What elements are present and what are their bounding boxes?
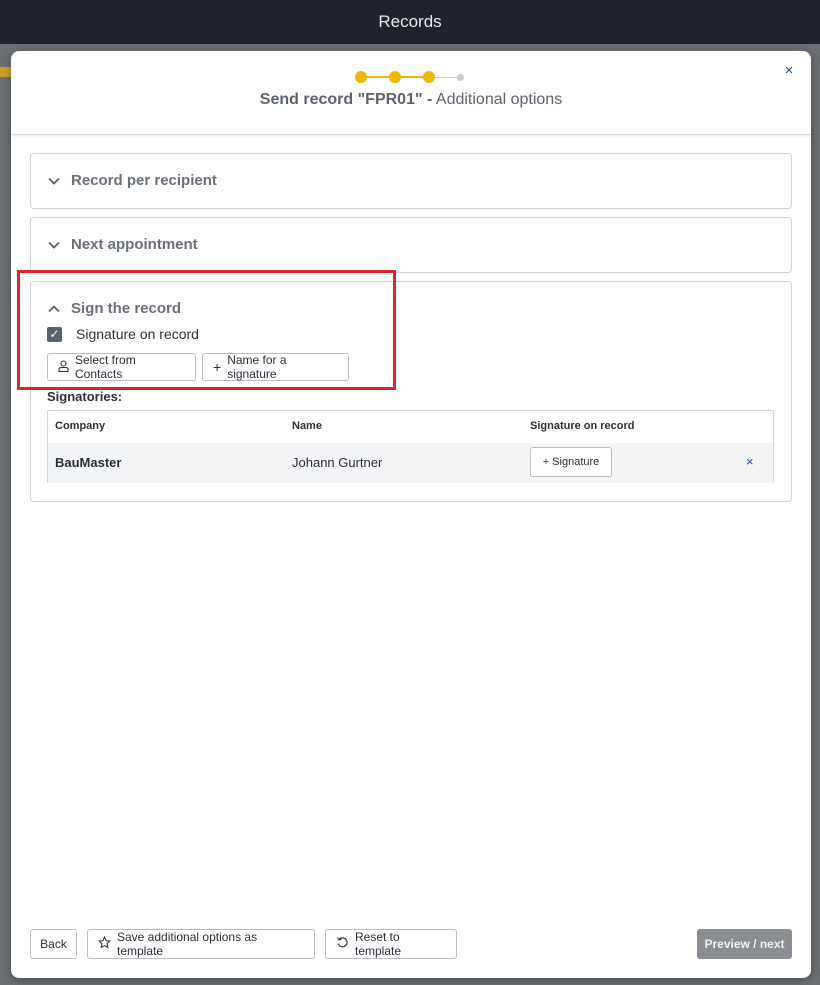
button-label: Back <box>40 937 67 951</box>
dialog-title-record: Send record "FPR01" - <box>259 91 433 108</box>
add-signature-button[interactable]: + Signature <box>530 447 612 477</box>
dialog-header: Send record "FPR01" - Additional options… <box>11 51 811 135</box>
button-label: Select from Contacts <box>75 353 136 381</box>
button-label: Save additional options as template <box>117 930 258 958</box>
user-icon <box>58 359 69 375</box>
button-label: Name for a signature <box>227 353 287 381</box>
section-label: Sign the record <box>71 300 182 317</box>
dialog-title-step: Additional options <box>432 91 563 108</box>
chevron-up-icon <box>47 302 61 316</box>
button-label: Reset to template <box>355 930 402 958</box>
signature-on-record-checkbox[interactable]: ✓ <box>47 326 62 342</box>
section-sign-the-record-header[interactable]: Sign the record <box>47 300 181 317</box>
chevron-down-icon <box>47 238 61 252</box>
column-header-signature: Signature on record <box>530 420 635 432</box>
checkbox-label: Signature on record <box>76 326 199 342</box>
section-record-per-recipient-header[interactable]: Record per recipient <box>47 172 217 189</box>
step-1-dot <box>355 71 367 83</box>
close-icon[interactable]: × <box>781 63 797 79</box>
remove-signatory-icon[interactable]: × <box>746 454 754 469</box>
signatories-table: Company Name Signature on record BauMast… <box>47 410 774 483</box>
app-title: Records <box>378 12 442 31</box>
back-button[interactable]: Back <box>30 929 77 959</box>
section-record-per-recipient: Record per recipient <box>30 153 792 209</box>
step-connector <box>435 77 459 78</box>
save-template-button[interactable]: Save additional options as template <box>87 929 315 959</box>
row-company: BauMaster <box>55 455 122 470</box>
column-header-name: Name <box>292 420 322 432</box>
undo-icon <box>336 936 349 952</box>
step-connector <box>401 76 423 78</box>
send-record-dialog: Send record "FPR01" - Additional options… <box>11 51 811 978</box>
table-row: BauMaster Johann Gurtner + Signature × <box>48 443 773 483</box>
step-3-dot <box>423 71 435 83</box>
reset-template-button[interactable]: Reset to template <box>325 929 457 959</box>
section-sign-the-record: Sign the record ✓ Signature on record Se… <box>30 281 792 502</box>
step-4-dot <box>457 74 464 81</box>
button-label: Preview / next <box>704 937 785 951</box>
app-title-bar: Records <box>0 0 820 44</box>
preview-next-button[interactable]: Preview / next <box>697 929 792 959</box>
signature-on-record-option: ✓ Signature on record <box>47 326 199 342</box>
name-for-signature-button[interactable]: + Name for a signature <box>202 353 349 381</box>
chevron-down-icon <box>47 174 61 188</box>
section-next-appointment: Next appointment <box>30 217 792 273</box>
progress-stepper <box>355 70 470 84</box>
column-header-company: Company <box>55 420 106 432</box>
row-name: Johann Gurtner <box>292 455 383 470</box>
section-label: Next appointment <box>71 236 198 253</box>
select-from-contacts-button[interactable]: Select from Contacts <box>47 353 196 381</box>
star-icon <box>97 935 112 952</box>
section-next-appointment-header[interactable]: Next appointment <box>47 236 198 253</box>
signatories-heading: Signatories: <box>47 389 123 404</box>
step-2-dot <box>389 71 401 83</box>
section-label: Record per recipient <box>71 172 217 189</box>
dialog-title: Send record "FPR01" - Additional options <box>11 91 811 109</box>
step-connector <box>367 76 389 78</box>
plus-icon: + <box>213 359 222 375</box>
